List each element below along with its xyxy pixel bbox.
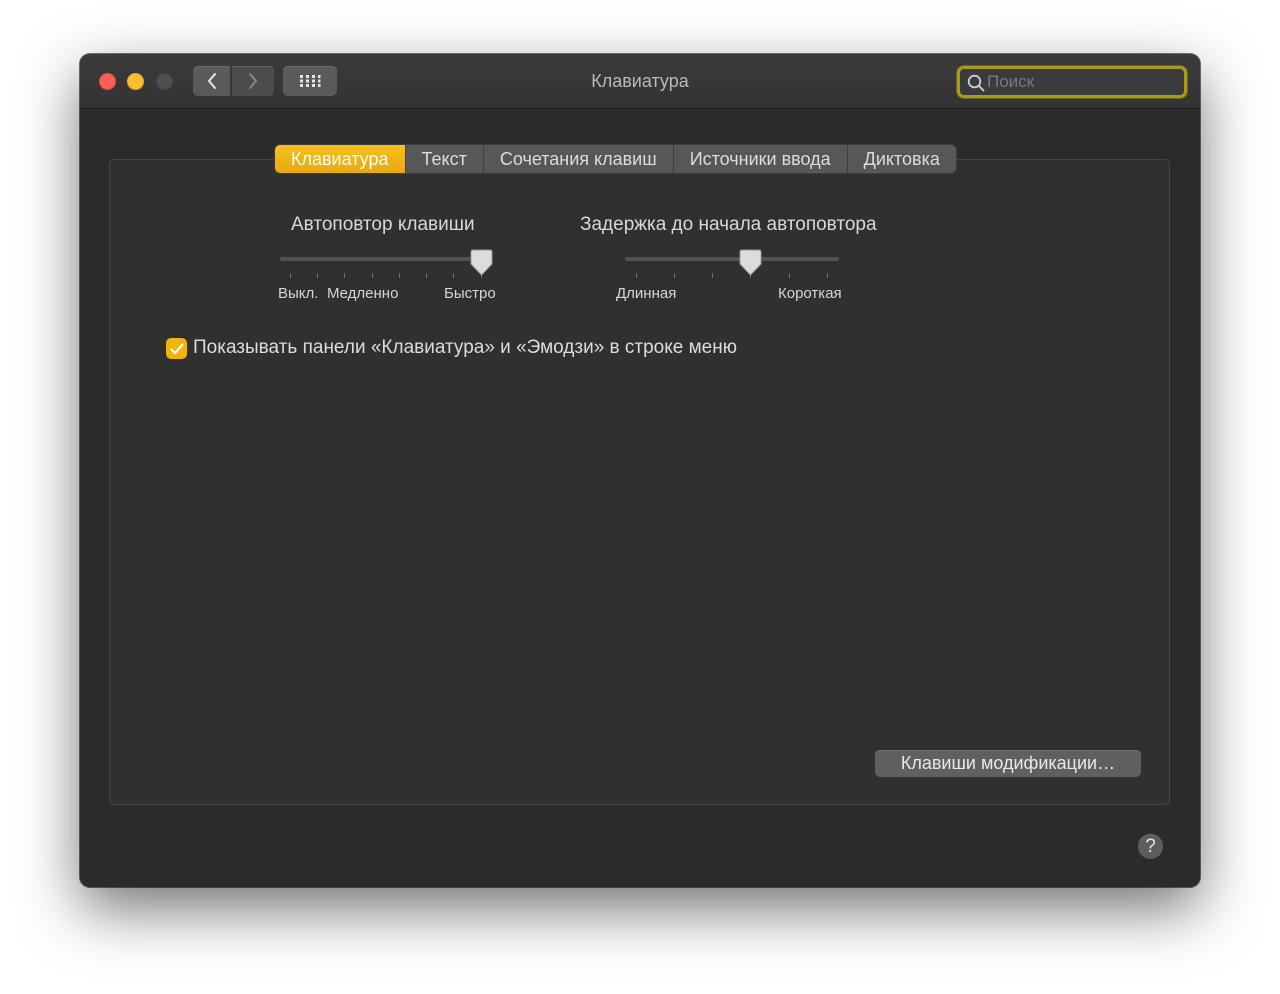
delay-long-label: Длинная [616, 285, 677, 302]
tab-shortcuts[interactable]: Сочетания клавиш [483, 145, 674, 173]
preferences-window: Клавиатура Клавиатура Текст Сочетания кл… [80, 54, 1200, 887]
key-repeat-tick [344, 273, 345, 278]
key-repeat-slow-label: Медленно [327, 285, 399, 302]
delay-tick [674, 273, 675, 278]
help-button[interactable]: ? [1138, 834, 1163, 859]
tab-input-sources[interactable]: Источники ввода [673, 145, 848, 173]
tab-text[interactable]: Текст [405, 145, 484, 173]
key-repeat-thumb[interactable] [470, 249, 493, 277]
key-repeat-off-label: Выкл. [278, 285, 319, 302]
checkmark-icon [169, 342, 184, 354]
tab-dictation[interactable]: Диктовка [847, 145, 956, 173]
key-repeat-tick [290, 273, 291, 278]
modifier-keys-button[interactable]: Клавиши модификации… [875, 750, 1141, 777]
delay-thumb[interactable] [739, 249, 762, 277]
delay-tick [789, 273, 790, 278]
tab-bar: Клавиатура Текст Сочетания клавиш Источн… [275, 145, 956, 173]
search-input[interactable] [987, 72, 1177, 92]
delay-tick [636, 273, 637, 278]
keyboard-settings-panel [109, 159, 1170, 805]
key-repeat-fast-label: Быстро [444, 285, 496, 302]
key-repeat-tick [399, 273, 400, 278]
search-icon [967, 74, 985, 92]
search-field[interactable] [957, 66, 1187, 98]
key-repeat-track[interactable] [280, 257, 492, 261]
delay-until-repeat-title: Задержка до начала автоповтора [580, 214, 877, 235]
key-repeat-tick [426, 273, 427, 278]
show-menu-checkbox[interactable] [166, 338, 187, 359]
key-repeat-tick [453, 273, 454, 278]
delay-track[interactable] [625, 257, 839, 261]
title-bar: Клавиатура [80, 54, 1200, 109]
key-repeat-tick [317, 273, 318, 278]
key-repeat-title: Автоповтор клавиши [291, 214, 475, 235]
delay-tick [827, 273, 828, 278]
delay-tick [712, 273, 713, 278]
delay-short-label: Короткая [778, 285, 842, 302]
show-menu-checkbox-label[interactable]: Показывать панели «Клавиатура» и «Эмодзи… [193, 337, 737, 359]
key-repeat-tick [372, 273, 373, 278]
tab-keyboard[interactable]: Клавиатура [275, 145, 406, 173]
